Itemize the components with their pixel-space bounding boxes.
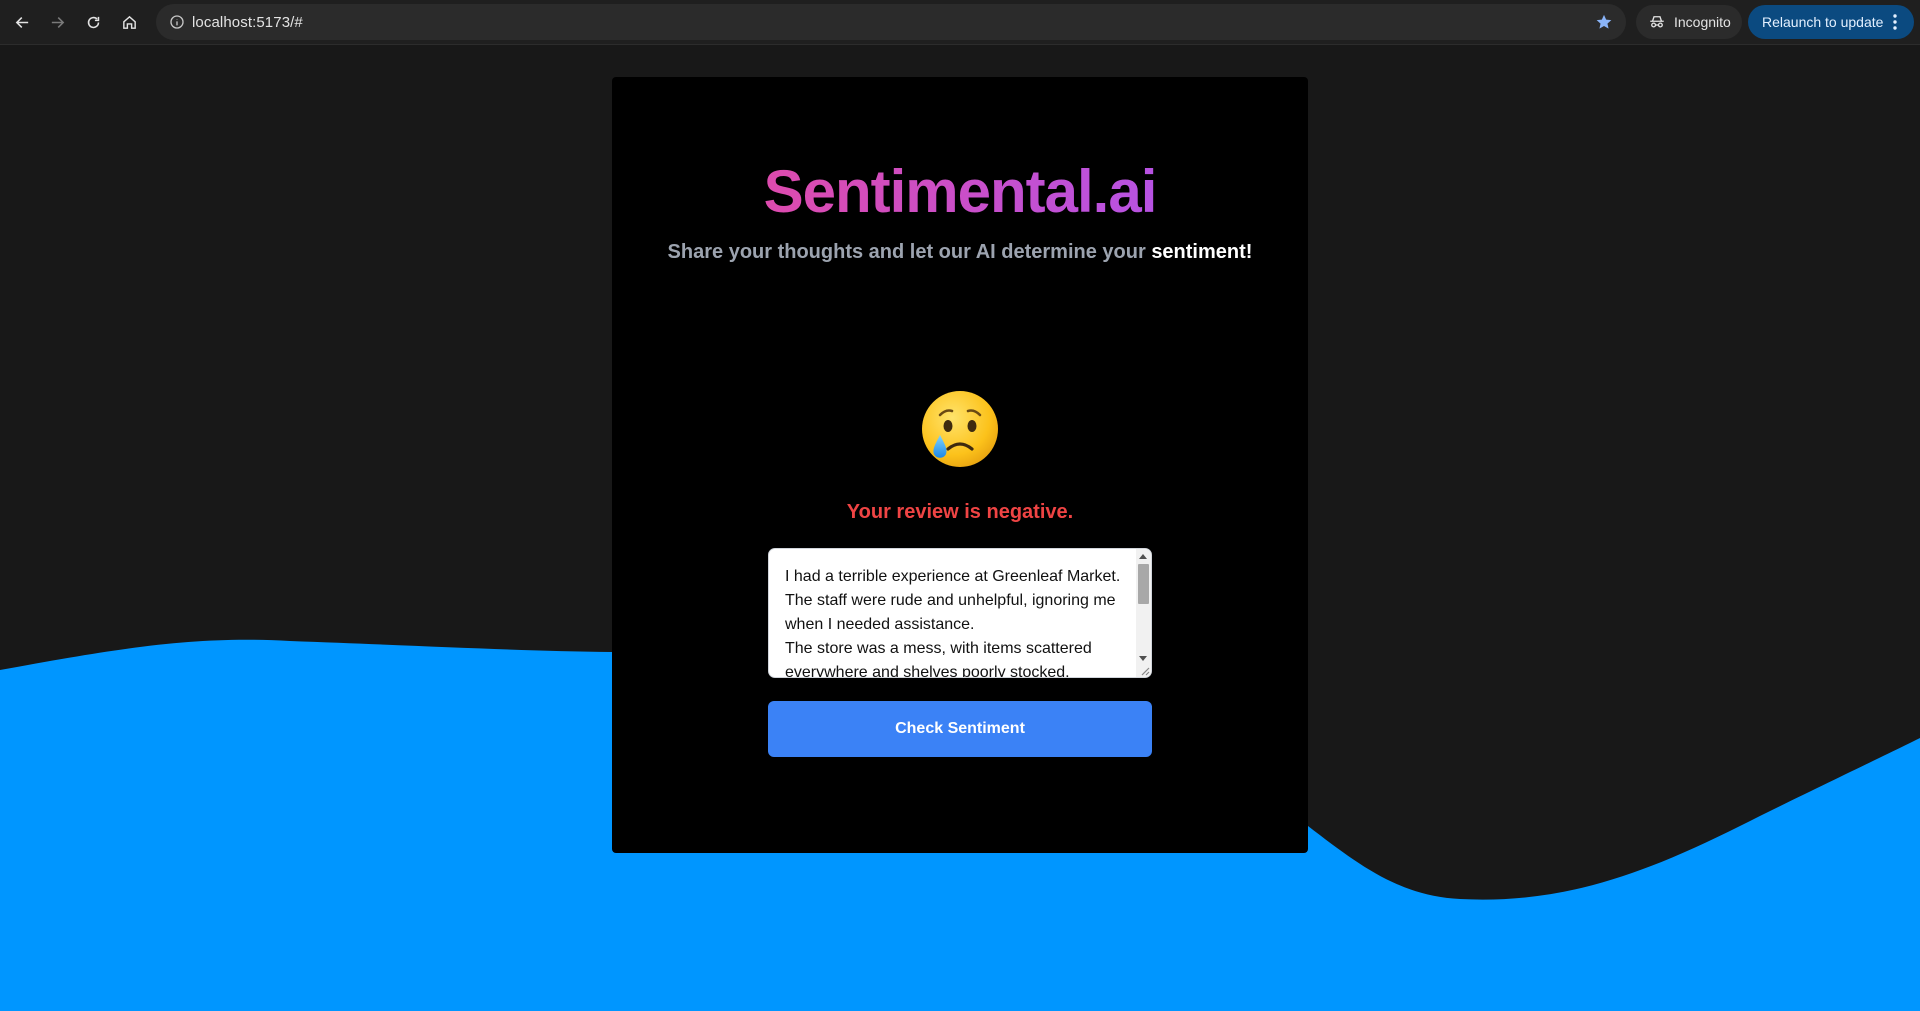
scroll-down-arrow-icon[interactable] bbox=[1139, 656, 1147, 661]
scrollbar-thumb[interactable] bbox=[1138, 564, 1149, 604]
review-text[interactable]: I had a terrible experience at Greenleaf… bbox=[785, 565, 1125, 677]
forward-button[interactable] bbox=[42, 7, 72, 37]
home-button[interactable] bbox=[114, 7, 144, 37]
incognito-icon bbox=[1650, 16, 1664, 28]
resize-handle-icon[interactable] bbox=[1138, 664, 1150, 676]
tagline-highlight: sentiment! bbox=[1151, 241, 1253, 263]
browser-toolbar: localhost:5173/# Incognito Relaunch to u… bbox=[0, 0, 1920, 45]
back-arrow-icon bbox=[15, 16, 28, 28]
page-viewport: Sentimental.ai Share your thoughts and l… bbox=[0, 46, 1920, 1011]
url-text[interactable]: localhost:5173/# bbox=[192, 14, 303, 31]
incognito-indicator[interactable]: Incognito bbox=[1636, 5, 1742, 39]
back-button[interactable] bbox=[7, 7, 37, 37]
tagline-text: Share your thoughts and let our AI deter… bbox=[667, 241, 1152, 263]
more-options-icon[interactable] bbox=[1886, 13, 1904, 31]
home-icon bbox=[122, 15, 136, 29]
reload-button[interactable] bbox=[78, 7, 108, 37]
scroll-up-arrow-icon[interactable] bbox=[1139, 554, 1147, 559]
relaunch-label: Relaunch to update bbox=[1762, 14, 1884, 30]
reload-icon bbox=[87, 16, 99, 28]
check-sentiment-button[interactable]: Check Sentiment bbox=[768, 701, 1152, 757]
sentiment-result: Your review is negative. bbox=[846, 501, 1074, 523]
address-bar[interactable]: localhost:5173/# bbox=[156, 4, 1626, 40]
review-textarea[interactable]: I had a terrible experience at Greenleaf… bbox=[768, 548, 1152, 678]
relaunch-to-update-button[interactable]: Relaunch to update bbox=[1748, 5, 1914, 39]
site-info-icon[interactable] bbox=[168, 13, 186, 31]
crying-face-icon bbox=[922, 391, 998, 467]
textarea-scrollbar[interactable] bbox=[1136, 549, 1151, 677]
sentiment-card: Sentimental.ai Share your thoughts and l… bbox=[612, 77, 1308, 853]
forward-arrow-icon bbox=[51, 16, 64, 28]
tagline: Share your thoughts and let our AI deter… bbox=[612, 241, 1308, 264]
bookmark-star-icon[interactable] bbox=[1594, 12, 1614, 32]
brand-title: Sentimental.ai bbox=[612, 157, 1308, 226]
incognito-label: Incognito bbox=[1674, 14, 1731, 30]
